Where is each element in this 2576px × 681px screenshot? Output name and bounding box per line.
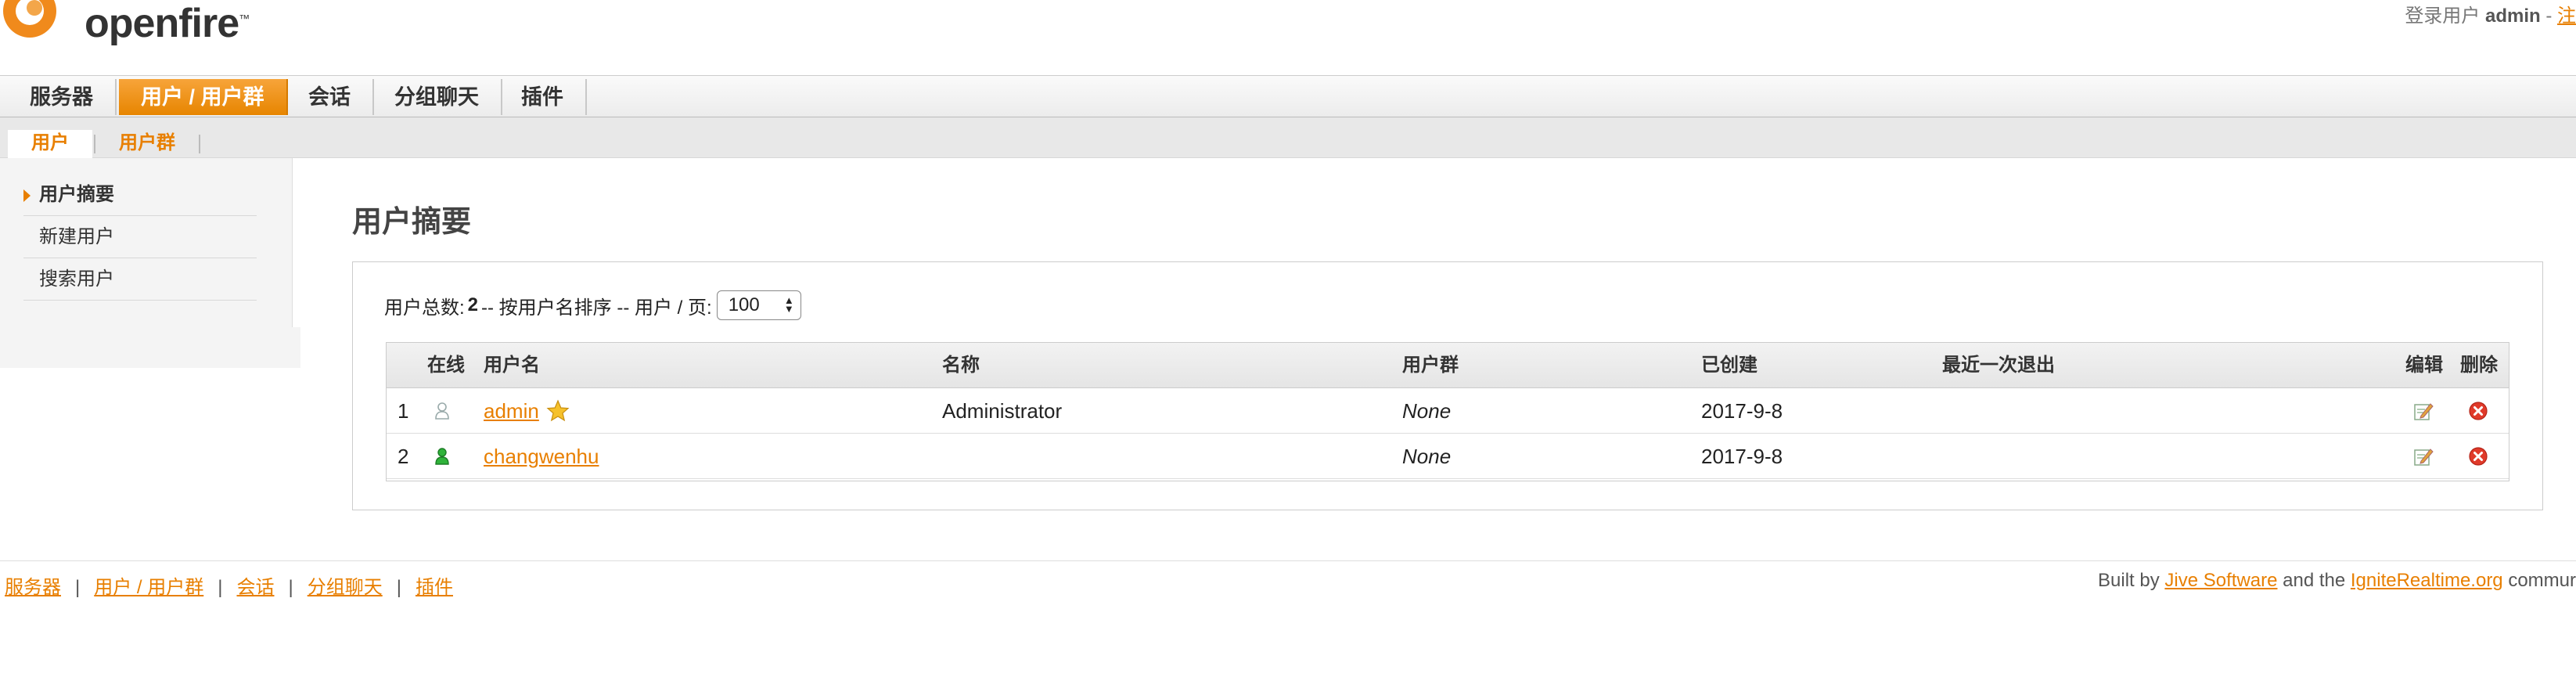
sidebar-item-label: 新建用户 xyxy=(39,226,114,247)
openfire-logo xyxy=(3,0,56,38)
tab-plugins[interactable]: 插件 xyxy=(499,79,587,115)
arrow-right-icon xyxy=(23,189,31,202)
col-username: 用户名 xyxy=(484,355,540,376)
name-cell: Administrator xyxy=(942,399,1063,423)
brand-name: openfire™ xyxy=(85,1,250,46)
tab-users-groups[interactable]: 用户 / 用户群 xyxy=(119,79,288,115)
col-name: 名称 xyxy=(942,355,980,376)
user-count: 2 xyxy=(467,294,479,315)
delete-icon[interactable] xyxy=(2468,401,2488,421)
jive-software-link[interactable]: Jive Software xyxy=(2164,570,2277,591)
created-cell: 2017-9-8 xyxy=(1701,399,1783,423)
footer-link-server[interactable]: 服务器 xyxy=(5,577,61,598)
username-cell: admin xyxy=(484,388,539,434)
col-delete: 删除 xyxy=(2460,355,2498,376)
select-arrows-icon: ▲ ▼ xyxy=(783,294,794,315)
sidebar-item-user-summary[interactable]: 用户摘要 xyxy=(23,174,257,216)
footer-link-users-groups[interactable]: 用户 / 用户群 xyxy=(94,577,203,598)
row-index: 1 xyxy=(398,399,409,423)
subtab-groups[interactable]: 用户群 xyxy=(95,130,199,158)
tab-group-chat[interactable]: 分组聊天 xyxy=(372,79,502,115)
sidebar: 用户摘要 新建用户 搜索用户 xyxy=(0,158,293,327)
col-groups: 用户群 xyxy=(1402,355,1459,376)
footer-link-group-chat[interactable]: 分组聊天 xyxy=(308,577,383,598)
footer-link-plugins[interactable]: 插件 xyxy=(416,577,453,598)
col-created: 已创建 xyxy=(1701,355,1758,376)
star-icon xyxy=(546,399,570,422)
igniterealtime-link[interactable]: IgniteRealtime.org xyxy=(2351,570,2503,591)
subtab-divider xyxy=(199,135,200,153)
header: openfire™ 登录用户 admin - 注 xyxy=(0,0,2576,75)
sidebar-item-new-user[interactable]: 新建用户 xyxy=(23,216,257,258)
username: admin xyxy=(2484,5,2541,27)
col-edit: 编辑 xyxy=(2405,355,2443,376)
user-offline-icon xyxy=(435,402,449,420)
username-cell: changwenhu xyxy=(484,434,599,479)
created-cell: 2017-9-8 xyxy=(1701,445,1783,468)
groups-cell: None xyxy=(1402,445,1452,468)
username-link[interactable]: admin xyxy=(484,399,539,423)
sidebar-item-label: 搜索用户 xyxy=(39,268,114,290)
footer-nav: 服务器 | 用户 / 用户群 | 会话 | 分组聊天 | 插件 xyxy=(5,577,453,598)
page-title: 用户摘要 xyxy=(352,206,472,239)
tab-sessions[interactable]: 会话 xyxy=(286,79,374,115)
username-link[interactable]: changwenhu xyxy=(484,445,599,468)
delete-icon[interactable] xyxy=(2468,446,2488,467)
table-row: 2 changwenhu None 2017-9-8 xyxy=(387,434,2509,479)
main-tab-bar: 服务器 用户 / 用户群 会话 分组聊天 插件 xyxy=(0,75,2576,117)
footer-credit: Built by Jive Software and the IgniteRea… xyxy=(2098,570,2576,591)
sub-tab-bar: 用户 用户群 xyxy=(0,117,2576,158)
col-online: 在线 xyxy=(427,355,465,376)
table-row: 1 admin Administrator None 2017-9-8 xyxy=(387,388,2509,434)
logged-in-user: 登录用户 admin - 注 xyxy=(2405,5,2576,27)
groups-cell: None xyxy=(1402,399,1452,423)
users-per-page-select[interactable]: 100 ▲ ▼ xyxy=(716,290,801,320)
edit-icon[interactable] xyxy=(2413,446,2434,467)
footer-link-sessions[interactable]: 会话 xyxy=(236,577,274,598)
tab-server[interactable]: 服务器 xyxy=(8,79,117,115)
sidebar-item-search-user[interactable]: 搜索用户 xyxy=(23,258,257,301)
table-header: 在线 用户名 名称 用户群 已创建 最近一次退出 编辑 删除 xyxy=(387,343,2509,388)
subtab-users[interactable]: 用户 xyxy=(8,130,92,158)
sidebar-footer xyxy=(0,327,300,368)
row-index: 2 xyxy=(398,445,409,468)
footer-divider xyxy=(0,560,2576,561)
user-count-summary: 用户总数: 2 -- 按用户名排序 -- 用户 / 页: 100 ▲ ▼ xyxy=(384,290,801,320)
users-table: 在线 用户名 名称 用户群 已创建 最近一次退出 编辑 删除 1 admin A… xyxy=(386,342,2509,481)
user-summary-panel: 用户总数: 2 -- 按用户名排序 -- 用户 / 页: 100 ▲ ▼ 在线 用… xyxy=(352,261,2543,510)
sidebar-item-label: 用户摘要 xyxy=(39,184,114,205)
edit-icon[interactable] xyxy=(2413,401,2434,421)
user-online-icon xyxy=(435,448,449,465)
col-last-logout: 最近一次退出 xyxy=(1942,355,2055,376)
logout-link[interactable]: 注 xyxy=(2557,5,2576,27)
